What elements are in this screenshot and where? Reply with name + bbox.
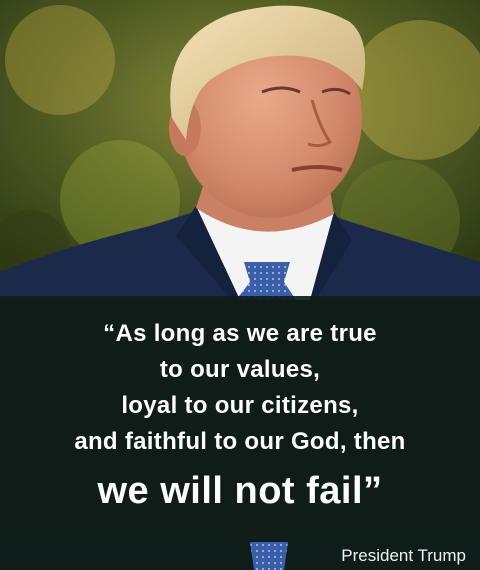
attribution-text: President Trump — [341, 546, 466, 565]
quote-line-2: to our values, — [159, 356, 321, 383]
portrait-photo — [0, 0, 480, 300]
quote-line-4: and faithful to our God, then — [74, 428, 406, 455]
quote-line-5: we will not fail” — [97, 470, 383, 512]
quote-line-1: “As long as we are true — [103, 320, 377, 347]
tie-image-fragment — [248, 542, 290, 570]
quote-line-3: loyal to our citizens, — [121, 392, 359, 419]
quote-meme: “As long as we are true to our values, l… — [0, 0, 480, 570]
